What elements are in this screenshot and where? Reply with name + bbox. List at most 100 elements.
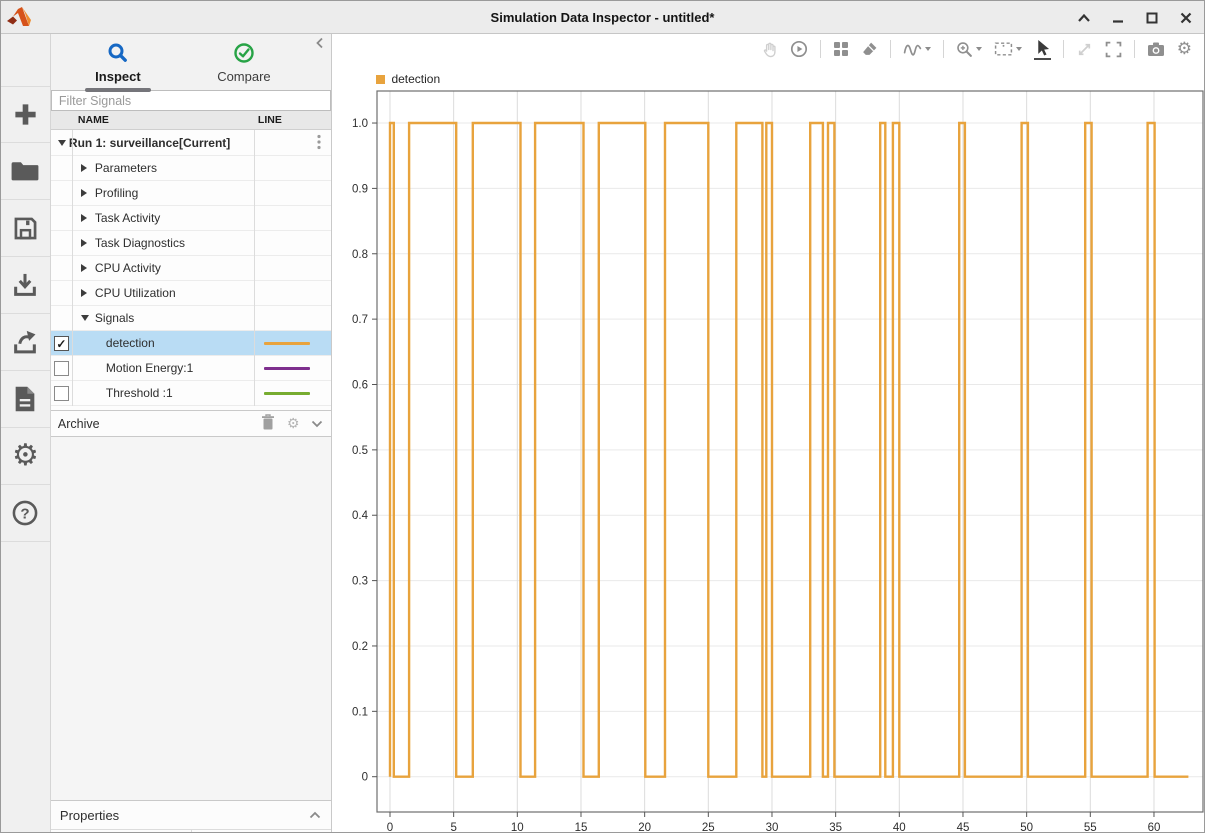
properties-label: Properties bbox=[60, 808, 119, 823]
column-header-line: LINE bbox=[258, 114, 282, 126]
zoom-box-dropdown[interactable] bbox=[994, 38, 1022, 60]
group-label: CPU Activity bbox=[95, 261, 161, 275]
group-label: Task Activity bbox=[95, 211, 160, 225]
toolbar-separator bbox=[890, 40, 891, 58]
tree-group-signals[interactable]: Signals bbox=[51, 306, 332, 331]
plot-panel: ⚙ detection 05101520253035404550556000.1… bbox=[332, 34, 1204, 833]
detection-signal-plot[interactable]: 05101520253035404550556000.10.20.30.40.5… bbox=[332, 34, 1205, 833]
signal-row-detection[interactable]: ✓ detection bbox=[51, 331, 332, 356]
signal-row-motion-energy[interactable]: ✓ Motion Energy:1 bbox=[51, 356, 332, 381]
collapse-triangle-icon[interactable] bbox=[58, 140, 66, 146]
filter-row bbox=[51, 90, 332, 111]
svg-text:5: 5 bbox=[451, 822, 457, 833]
fit-to-view-icon[interactable] bbox=[1076, 38, 1093, 60]
svg-text:?: ? bbox=[21, 505, 30, 522]
expand-triangle-icon[interactable] bbox=[81, 189, 87, 197]
tab-compare[interactable]: Compare bbox=[199, 39, 289, 84]
matlab-logo bbox=[6, 5, 32, 29]
expand-triangle-icon[interactable] bbox=[81, 289, 87, 297]
tree-group-task-diagnostics[interactable]: Task Diagnostics bbox=[51, 231, 332, 256]
svg-text:60: 60 bbox=[1148, 822, 1161, 833]
svg-text:0.8: 0.8 bbox=[352, 249, 368, 261]
toolbar-separator bbox=[943, 40, 944, 58]
tree-group-parameters[interactable]: Parameters bbox=[51, 156, 332, 181]
signal-checkbox[interactable]: ✓ bbox=[54, 386, 69, 401]
chevron-up-icon[interactable] bbox=[309, 808, 321, 822]
svg-text:0.5: 0.5 bbox=[352, 445, 368, 457]
plot-toolbar: ⚙ bbox=[332, 34, 1204, 64]
run-options-kebab-icon[interactable] bbox=[317, 134, 321, 153]
tree-group-task-activity[interactable]: Task Activity bbox=[51, 206, 332, 231]
run-row[interactable]: Run 1: surveillance[Current] bbox=[51, 130, 332, 156]
toolbar-separator bbox=[1063, 40, 1064, 58]
cursor-arrow-icon[interactable] bbox=[1034, 38, 1051, 60]
tree-group-cpu-activity[interactable]: CPU Activity bbox=[51, 256, 332, 281]
tab-inspect[interactable]: Inspect bbox=[73, 39, 163, 92]
properties-header[interactable]: Properties bbox=[51, 800, 332, 829]
gear-icon[interactable]: ⚙ bbox=[287, 417, 300, 431]
checkbox-column-divider bbox=[72, 130, 73, 406]
signal-tree: Run 1: surveillance[Current] Parameters … bbox=[51, 130, 332, 410]
add-view-icon[interactable] bbox=[1, 86, 50, 143]
layout-grid-icon[interactable] bbox=[833, 38, 849, 60]
filter-signals-input[interactable] bbox=[51, 90, 332, 111]
svg-text:30: 30 bbox=[766, 822, 779, 833]
expand-triangle-icon[interactable] bbox=[81, 239, 87, 247]
zoom-in-icon[interactable] bbox=[956, 38, 973, 60]
preferences-gear-icon[interactable]: ⚙ bbox=[1, 428, 50, 485]
signal-line-swatch bbox=[264, 367, 310, 370]
save-icon[interactable] bbox=[1, 200, 50, 257]
report-icon[interactable] bbox=[1, 371, 50, 428]
collapse-window-icon[interactable] bbox=[1076, 10, 1092, 26]
plot-area[interactable]: 05101520253035404550556000.10.20.30.40.5… bbox=[332, 34, 1204, 833]
export-icon[interactable] bbox=[1, 314, 50, 371]
svg-text:0.6: 0.6 bbox=[352, 379, 368, 391]
svg-text:0.4: 0.4 bbox=[352, 510, 369, 522]
dropdown-caret-icon bbox=[925, 47, 931, 51]
trash-icon[interactable] bbox=[261, 414, 275, 433]
run-label: Run 1: surveillance[Current] bbox=[69, 136, 230, 150]
eraser-icon[interactable] bbox=[861, 38, 878, 60]
signal-wave-icon[interactable] bbox=[903, 38, 922, 60]
svg-text:1.0: 1.0 bbox=[352, 118, 368, 130]
svg-text:45: 45 bbox=[957, 822, 970, 833]
maximize-icon[interactable] bbox=[1144, 10, 1160, 26]
open-folder-icon[interactable] bbox=[1, 143, 50, 200]
snapshot-camera-icon[interactable] bbox=[1147, 38, 1165, 60]
archive-header[interactable]: Archive ⚙ bbox=[51, 410, 332, 437]
tab-inspect-label: Inspect bbox=[73, 69, 163, 84]
chevron-down-icon[interactable] bbox=[311, 417, 323, 431]
zoom-box-icon[interactable] bbox=[994, 38, 1013, 60]
mode-tabs: Inspect Compare bbox=[51, 34, 332, 90]
expand-triangle-icon[interactable] bbox=[81, 214, 87, 222]
svg-text:40: 40 bbox=[893, 822, 906, 833]
window-controls bbox=[1076, 1, 1194, 34]
plot-settings-gear-icon[interactable]: ⚙ bbox=[1177, 38, 1192, 60]
replay-icon[interactable] bbox=[790, 38, 808, 60]
group-label: Profiling bbox=[95, 186, 138, 200]
fullscreen-icon[interactable] bbox=[1105, 38, 1122, 60]
zoom-in-dropdown[interactable] bbox=[956, 38, 982, 60]
pan-hand-icon[interactable] bbox=[761, 38, 778, 60]
tab-compare-label: Compare bbox=[199, 69, 289, 84]
toolbar-separator bbox=[1134, 40, 1135, 58]
left-toolbar: ⚙ ? bbox=[1, 34, 51, 833]
line-column-divider bbox=[254, 130, 255, 406]
signal-label: Motion Energy:1 bbox=[106, 361, 193, 375]
collapse-panel-chevron-left-icon[interactable] bbox=[315, 37, 325, 52]
tree-group-profiling[interactable]: Profiling bbox=[51, 181, 332, 206]
plot-legend: detection bbox=[376, 72, 440, 86]
collapse-triangle-icon[interactable] bbox=[81, 315, 89, 321]
tree-group-cpu-utilization[interactable]: CPU Utilization bbox=[51, 281, 332, 306]
signal-checkbox[interactable]: ✓ bbox=[54, 361, 69, 376]
expand-triangle-icon[interactable] bbox=[81, 164, 87, 172]
signal-wave-dropdown[interactable] bbox=[903, 38, 931, 60]
signal-checkbox[interactable]: ✓ bbox=[54, 336, 69, 351]
expand-triangle-icon[interactable] bbox=[81, 264, 87, 272]
help-icon[interactable]: ? bbox=[1, 485, 50, 542]
minimize-icon[interactable] bbox=[1110, 10, 1126, 26]
archive-label: Archive bbox=[58, 417, 100, 431]
close-icon[interactable] bbox=[1178, 10, 1194, 26]
import-icon[interactable] bbox=[1, 257, 50, 314]
signal-row-threshold[interactable]: ✓ Threshold :1 bbox=[51, 381, 332, 406]
